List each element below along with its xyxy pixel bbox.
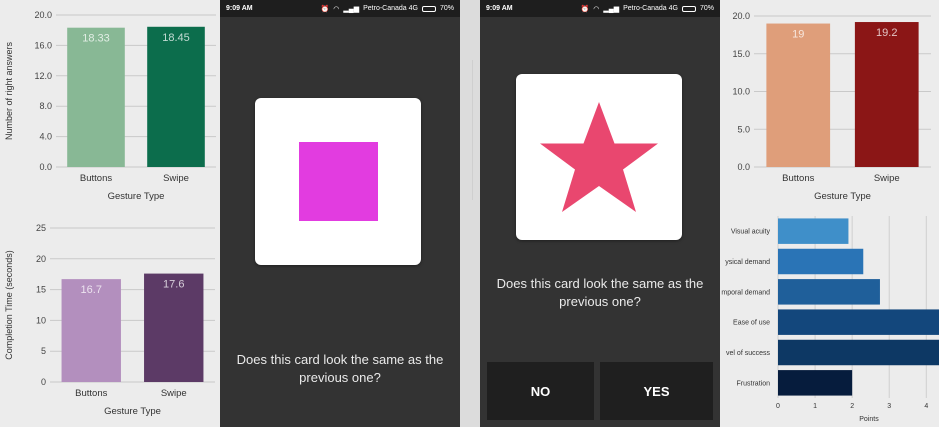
bar [778, 309, 939, 335]
phone-screen-right: 9:09 AM ⏰ ◠ ▂▄▆ Petro-Canada 4G 70% Does… [480, 0, 720, 427]
y-tick-label: 20 [36, 254, 46, 264]
bar-data-label: 17.6 [163, 279, 184, 291]
bar [778, 248, 864, 275]
wifi-icon: ◠ [333, 5, 340, 13]
x-tick-label: 2 [850, 403, 854, 410]
y-axis-label: Number of right answers [4, 41, 14, 140]
chart-completion-time-panel: 0 5 10 15 20 25 16.7 Buttons 17.6 Swipe Gesture Ty… [0, 208, 220, 427]
y-tick-label: 20.0 [732, 11, 750, 21]
alarm-icon: ⏰ [320, 5, 330, 13]
separator-band [460, 0, 480, 427]
status-carrier: Petro-Canada 4G [363, 5, 418, 12]
chart-workload-panel: 0 1 2 3 4 Visual acuity ysical demand mporal de… [720, 208, 939, 427]
card[interactable] [516, 74, 682, 240]
bar [778, 279, 880, 305]
y-tick-label: 0.0 [737, 162, 750, 172]
x-tick-label: Swipe [161, 388, 187, 399]
y-tick-label: 8.0 [39, 101, 52, 111]
x-tick-label: Buttons [80, 173, 112, 184]
alarm-icon: ⏰ [580, 5, 590, 13]
bar [766, 23, 831, 167]
square-shape [299, 142, 378, 221]
chart-right-answers: 0.0 4.0 8.0 12.0 16.0 20.0 18.33 Buttons 18.45 Sw… [4, 10, 216, 202]
bar-data-label: 16.7 [81, 284, 102, 296]
signal-icon: ▂▄▆ [343, 5, 360, 13]
x-axis-label: Gesture Type [104, 406, 161, 417]
chart-score-panel: 0.0 5.0 10.0 15.0 20.0 19 Buttons 19.2 Swipe Gest… [720, 0, 939, 208]
status-bar: 9:09 AM ⏰ ◠ ▂▄▆ Petro-Canada 4G 70% [220, 0, 460, 17]
y-tick-label: ysical demand [725, 259, 770, 266]
y-tick-label: vel of success [726, 350, 770, 357]
x-axis-label: Gesture Type [814, 191, 871, 202]
x-tick-label: Buttons [782, 173, 814, 184]
chart-right-answers-panel: 0.0 4.0 8.0 12.0 16.0 20.0 18.33 Buttons 18.45 Sw… [0, 0, 220, 208]
y-tick-label: 5.0 [737, 124, 750, 134]
status-time: 9:09 AM [486, 5, 513, 12]
bar [778, 370, 853, 396]
y-tick-label: Ease of use [733, 320, 770, 327]
phone-screen-left: 9:09 AM ⏰ ◠ ▂▄▆ Petro-Canada 4G 70% Does… [220, 0, 460, 427]
bar-data-label: 19 [792, 29, 804, 41]
x-tick-label: Swipe [874, 173, 900, 184]
card[interactable] [255, 98, 421, 265]
y-tick-label: 15.0 [732, 49, 750, 59]
y-tick-label: 25 [36, 223, 46, 233]
bar-data-label: 19.2 [876, 27, 897, 39]
yes-button[interactable]: YES [600, 362, 713, 420]
status-battery: 70% [439, 5, 454, 12]
x-tick-label: 1 [813, 403, 817, 410]
y-tick-label: 16.0 [34, 40, 52, 50]
bar [67, 27, 125, 167]
status-time: 9:09 AM [226, 5, 253, 12]
star-shape [540, 102, 658, 212]
y-tick-label: Frustration [737, 380, 771, 387]
bar-data-label: 18.45 [162, 32, 190, 44]
x-axis-label: Gesture Type [108, 191, 165, 202]
star-polygon [540, 102, 658, 212]
chart-completion-time: 0 5 10 15 20 25 16.7 Buttons 17.6 SwipeGesture Ty… [4, 223, 215, 417]
x-tick-label: 3 [887, 403, 891, 410]
y-tick-label: 5 [41, 346, 46, 356]
wifi-icon: ◠ [593, 5, 600, 13]
separator-axis-hint [472, 60, 473, 200]
x-tick-label: 0 [776, 403, 780, 410]
battery-icon [421, 5, 436, 12]
signal-icon: ▂▄▆ [603, 5, 620, 13]
status-carrier: Petro-Canada 4G [623, 5, 678, 12]
status-battery: 70% [699, 5, 714, 12]
x-tick-label: Swipe [163, 173, 189, 184]
chart-score: 0.0 5.0 10.0 15.0 20.0 19 Buttons 19.2 SwipeGest… [732, 11, 931, 202]
y-tick-label: 10.0 [732, 87, 750, 97]
bar [778, 339, 939, 366]
question-text: Does this card look the same as the prev… [236, 352, 444, 385]
x-tick-label: Buttons [75, 388, 107, 399]
bar [147, 26, 205, 168]
y-tick-label: Visual acuity [731, 229, 771, 236]
y-tick-label: 0 [41, 377, 46, 387]
y-tick-label: 15 [36, 285, 46, 295]
chart-workload: 0 1 2 3 4 Visual acuity ysical demand mporal de… [721, 216, 939, 423]
x-axis-label: Points [859, 416, 879, 423]
bar [854, 22, 919, 168]
composite-screenshot: 0.0 4.0 8.0 12.0 16.0 20.0 18.33 Buttons 18.45 Sw… [0, 0, 939, 427]
bar-data-label: 18.33 [82, 33, 110, 45]
y-tick-label: 10 [36, 315, 46, 325]
status-bar: 9:09 AM ⏰ ◠ ▂▄▆ Petro-Canada 4G 70% [480, 0, 720, 17]
bar [778, 218, 849, 244]
x-tick-label: 4 [924, 403, 928, 410]
y-tick-label: 4.0 [39, 132, 52, 142]
no-button[interactable]: NO [487, 362, 594, 420]
y-tick-label: 20.0 [34, 10, 52, 20]
question-text: Does this card look the same as the prev… [496, 276, 704, 309]
battery-icon [681, 5, 696, 12]
y-tick-label: 12.0 [34, 71, 52, 81]
y-tick-label: mporal demand [721, 289, 770, 296]
y-tick-label: 0.0 [39, 162, 52, 172]
y-axis-label: Completion Time (seconds) [4, 250, 14, 360]
